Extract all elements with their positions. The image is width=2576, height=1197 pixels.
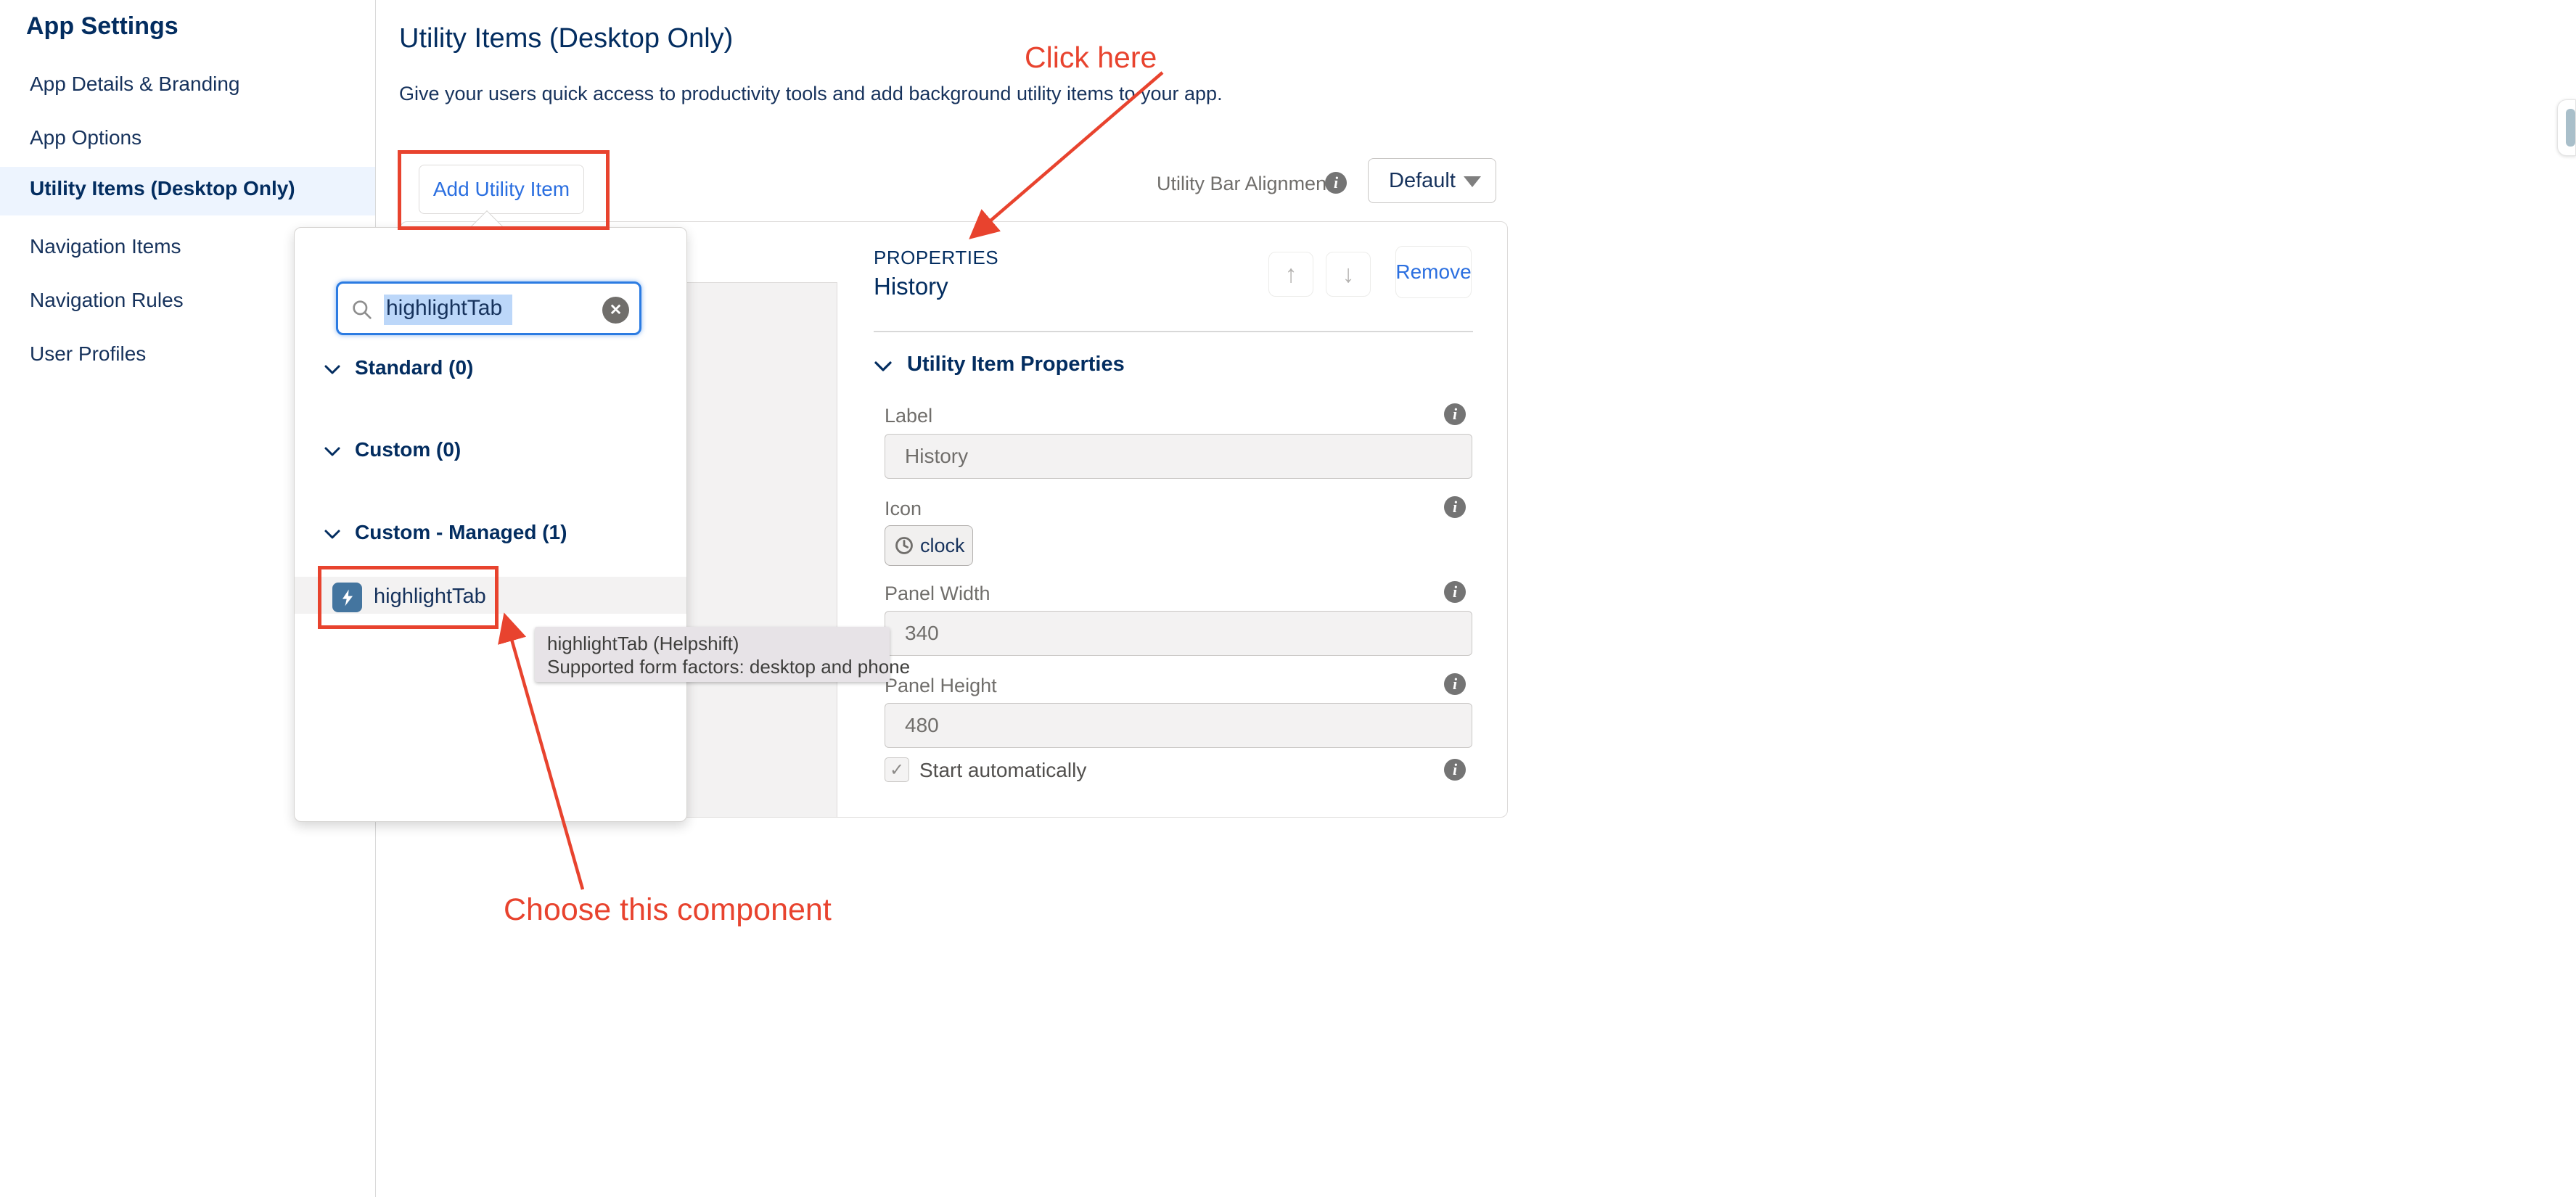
search-input-value: highlightTab (384, 295, 512, 325)
sidebar-item-app-details[interactable]: App Details & Branding (0, 62, 375, 111)
move-down-button[interactable]: ↓ (1326, 252, 1371, 297)
properties-eyebrow: PROPERTIES (874, 247, 998, 269)
arrow-down-icon: ↓ (1342, 260, 1355, 289)
sidebar-item-app-options[interactable]: App Options (0, 116, 375, 165)
properties-item-title: History (874, 273, 948, 300)
chevron-down-icon[interactable] (324, 364, 341, 375)
properties-divider (874, 331, 1473, 332)
alignment-dropdown[interactable]: Default (1368, 158, 1496, 203)
chevron-down-icon (1464, 176, 1481, 187)
start-automatically-checkbox[interactable]: ✓ (885, 757, 909, 782)
scrollbar-track[interactable] (2557, 99, 2576, 156)
search-icon (350, 298, 374, 321)
info-icon[interactable]: i (1325, 172, 1347, 194)
annotation-box-component (318, 566, 499, 629)
move-up-button[interactable]: ↑ (1268, 252, 1313, 297)
label-field-input[interactable]: History (885, 434, 1472, 479)
component-tooltip: highlightTab (Helpshift) Supported form … (535, 627, 890, 682)
info-icon[interactable]: i (1444, 673, 1466, 695)
scrollbar-thumb[interactable] (2566, 109, 2575, 147)
icon-value-chip[interactable]: clock (885, 525, 973, 566)
remove-button[interactable]: Remove (1395, 246, 1472, 298)
icon-value-text: clock (920, 535, 965, 557)
tooltip-line1: highlightTab (Helpshift) (547, 632, 890, 655)
panel-width-input[interactable]: 340 (885, 611, 1472, 656)
section-custom-managed[interactable]: Custom - Managed (1) (355, 521, 567, 544)
panel-height-input[interactable]: 480 (885, 703, 1472, 748)
chevron-down-icon[interactable] (874, 361, 893, 372)
clock-icon (894, 535, 914, 556)
sidebar-title: App Settings (26, 12, 179, 41)
page-subtitle: Give your users quick access to producti… (399, 83, 1223, 105)
annotation-box-add-button (398, 150, 610, 230)
alignment-dropdown-value: Default (1389, 169, 1456, 193)
info-icon[interactable]: i (1444, 759, 1466, 781)
app-settings-page: App Settings App Details & Branding App … (0, 0, 2576, 1197)
annotation-click-here: Click here (1025, 41, 1157, 75)
tooltip-line2: Supported form factors: desktop and phon… (547, 655, 890, 678)
label-field-label: Label (885, 405, 932, 427)
utility-item-properties-header[interactable]: Utility Item Properties (907, 353, 1125, 377)
sidebar-item-utility-items[interactable]: Utility Items (Desktop Only) (0, 167, 375, 215)
info-icon[interactable]: i (1444, 581, 1466, 603)
chevron-down-icon[interactable] (324, 529, 341, 540)
annotation-choose-component: Choose this component (504, 892, 832, 928)
info-icon[interactable]: i (1444, 496, 1466, 518)
page-title: Utility Items (Desktop Only) (399, 23, 733, 54)
chevron-down-icon[interactable] (324, 446, 341, 457)
clear-search-icon[interactable]: ✕ (602, 297, 629, 324)
utility-bar-alignment-label: Utility Bar Alignment (1157, 173, 1332, 195)
info-icon[interactable]: i (1444, 403, 1466, 425)
arrow-up-icon: ↑ (1285, 260, 1297, 289)
start-automatically-label: Start automatically (919, 759, 1086, 782)
panel-height-label: Panel Height (885, 675, 997, 697)
component-search-input[interactable]: highlightTab ✕ (336, 281, 641, 335)
panel-width-label: Panel Width (885, 583, 990, 605)
icon-field-label: Icon (885, 498, 922, 520)
section-standard[interactable]: Standard (0) (355, 356, 473, 379)
section-custom[interactable]: Custom (0) (355, 438, 461, 461)
